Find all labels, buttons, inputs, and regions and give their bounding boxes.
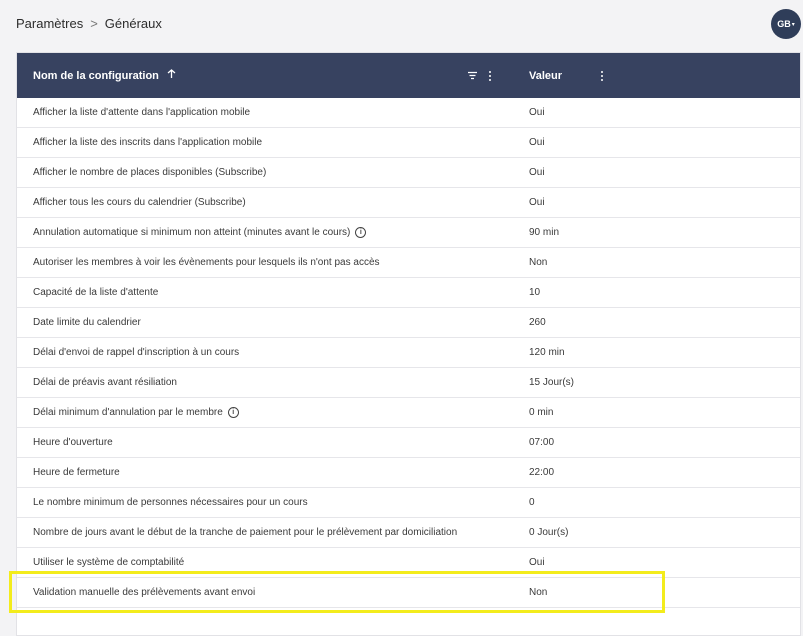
- column-menu-icon[interactable]: [600, 70, 604, 81]
- table-row[interactable]: Utiliser le système de comptabilité Oui: [17, 548, 800, 578]
- config-name: Afficher la liste des inscrits dans l'ap…: [33, 137, 262, 148]
- config-name: Délai minimum d'annulation par le membre…: [33, 407, 239, 418]
- config-value: Oui: [529, 107, 545, 118]
- settings-table: Nom de la configuration Valeur Afficher …: [16, 52, 801, 636]
- table-row[interactable]: Afficher la liste d'attente dans l'appli…: [17, 98, 800, 128]
- config-value: Non: [529, 587, 548, 598]
- config-value: 10: [529, 287, 541, 298]
- table-row[interactable]: Validation manuelle des prélèvements ava…: [17, 578, 800, 608]
- table-row[interactable]: Heure d'ouverture 07:00: [17, 428, 800, 458]
- info-icon[interactable]: i: [227, 407, 239, 418]
- table-row[interactable]: Autoriser les membres à voir les évèneme…: [17, 248, 800, 278]
- table-header: Nom de la configuration Valeur: [17, 53, 800, 98]
- config-name-label: Heure de fermeture: [33, 467, 120, 478]
- config-name: Utiliser le système de comptabilité: [33, 557, 184, 568]
- table-row[interactable]: Capacité de la liste d'attente 10: [17, 278, 800, 308]
- config-name: Délai d'envoi de rappel d'inscription à …: [33, 347, 239, 358]
- config-value: 07:00: [529, 437, 555, 448]
- name-column-tools: [467, 70, 492, 81]
- table-row[interactable]: Afficher le nombre de places disponibles…: [17, 158, 800, 188]
- config-value: 15 Jour(s): [529, 377, 575, 388]
- table-row[interactable]: Nombre de jours avant le début de la tra…: [17, 518, 800, 548]
- config-value: Non: [529, 257, 548, 268]
- breadcrumb-separator: >: [90, 16, 98, 31]
- table-row[interactable]: Annulation automatique si minimum non at…: [17, 218, 800, 248]
- chevron-down-icon: ▾: [791, 21, 795, 28]
- config-value: 22:00: [529, 467, 555, 478]
- config-name-label: Afficher tous les cours du calendrier (S…: [33, 197, 246, 208]
- config-name-label: Annulation automatique si minimum non at…: [33, 227, 351, 238]
- user-avatar-menu[interactable]: GB ▾: [771, 9, 801, 39]
- config-name-label: Nombre de jours avant le début de la tra…: [33, 527, 458, 538]
- config-name-label: Validation manuelle des prélèvements ava…: [33, 587, 256, 598]
- config-name: Heure de fermeture: [33, 467, 120, 478]
- config-value: 260: [529, 317, 546, 328]
- table-row[interactable]: Afficher tous les cours du calendrier (S…: [17, 188, 800, 218]
- table-row[interactable]: Délai d'envoi de rappel d'inscription à …: [17, 338, 800, 368]
- config-name-label: Le nombre minimum de personnes nécessair…: [33, 497, 308, 508]
- table-row[interactable]: Date limite du calendrier 260: [17, 308, 800, 338]
- breadcrumb-parent[interactable]: Paramètres: [16, 16, 83, 31]
- config-name-label: Délai d'envoi de rappel d'inscription à …: [33, 347, 240, 358]
- avatar-initials: GB: [777, 19, 791, 29]
- sort-ascending-icon[interactable]: [167, 69, 176, 82]
- config-value: 90 min: [529, 227, 560, 238]
- config-value: 0: [529, 497, 535, 508]
- breadcrumb: Paramètres > Généraux: [16, 16, 162, 31]
- config-name-label: Capacité de la liste d'attente: [33, 287, 159, 298]
- column-header-value-label: Valeur: [529, 69, 563, 82]
- config-name: Le nombre minimum de personnes nécessair…: [33, 497, 308, 508]
- config-value: Oui: [529, 557, 545, 568]
- config-name: Délai de préavis avant résiliation: [33, 377, 177, 388]
- config-value: Oui: [529, 197, 545, 208]
- config-value: Oui: [529, 167, 545, 178]
- table-row[interactable]: Le nombre minimum de personnes nécessair…: [17, 488, 800, 518]
- table-row[interactable]: Délai minimum d'annulation par le membre…: [17, 398, 800, 428]
- config-name: Annulation automatique si minimum non at…: [33, 227, 367, 238]
- config-name-label: Afficher la liste d'attente dans l'appli…: [33, 107, 251, 118]
- info-icon[interactable]: i: [355, 227, 367, 238]
- config-name-label: Utiliser le système de comptabilité: [33, 557, 185, 568]
- config-name-label: Date limite du calendrier: [33, 317, 141, 328]
- config-name: Afficher la liste d'attente dans l'appli…: [33, 107, 250, 118]
- config-value: 0 Jour(s): [529, 527, 569, 538]
- config-name-label: Afficher le nombre de places disponibles…: [33, 167, 267, 178]
- config-value: 0 min: [529, 407, 554, 418]
- config-name: Date limite du calendrier: [33, 317, 141, 328]
- column-header-value[interactable]: Valeur: [529, 70, 604, 82]
- column-header-name[interactable]: Nom de la configuration: [33, 69, 176, 82]
- config-name: Nombre de jours avant le début de la tra…: [33, 527, 457, 538]
- config-value: Oui: [529, 137, 545, 148]
- config-name: Heure d'ouverture: [33, 437, 113, 448]
- breadcrumb-current: Généraux: [104, 16, 162, 31]
- config-name-label: Délai minimum d'annulation par le membre: [33, 407, 223, 418]
- config-name-label: Heure d'ouverture: [33, 437, 113, 448]
- config-name: Capacité de la liste d'attente: [33, 287, 158, 298]
- top-bar: Paramètres > Généraux GB ▾: [0, 0, 803, 46]
- config-name: Autoriser les membres à voir les évèneme…: [33, 257, 380, 268]
- config-name: Afficher tous les cours du calendrier (S…: [33, 197, 246, 208]
- table-row[interactable]: Heure de fermeture 22:00: [17, 458, 800, 488]
- table-row[interactable]: Afficher la liste des inscrits dans l'ap…: [17, 128, 800, 158]
- config-name-label: Afficher la liste des inscrits dans l'ap…: [33, 137, 263, 148]
- column-header-name-label: Nom de la configuration: [33, 69, 159, 82]
- column-menu-icon[interactable]: [488, 70, 492, 81]
- config-name-label: Délai de préavis avant résiliation: [33, 377, 177, 388]
- config-value: 120 min: [529, 347, 565, 358]
- filter-icon[interactable]: [467, 71, 478, 80]
- table-body: Afficher la liste d'attente dans l'appli…: [17, 98, 800, 608]
- config-name-label: Autoriser les membres à voir les évèneme…: [33, 257, 380, 268]
- table-row[interactable]: Délai de préavis avant résiliation 15 Jou…: [17, 368, 800, 398]
- config-name: Afficher le nombre de places disponibles…: [33, 167, 266, 178]
- config-name: Validation manuelle des prélèvements ava…: [33, 587, 255, 598]
